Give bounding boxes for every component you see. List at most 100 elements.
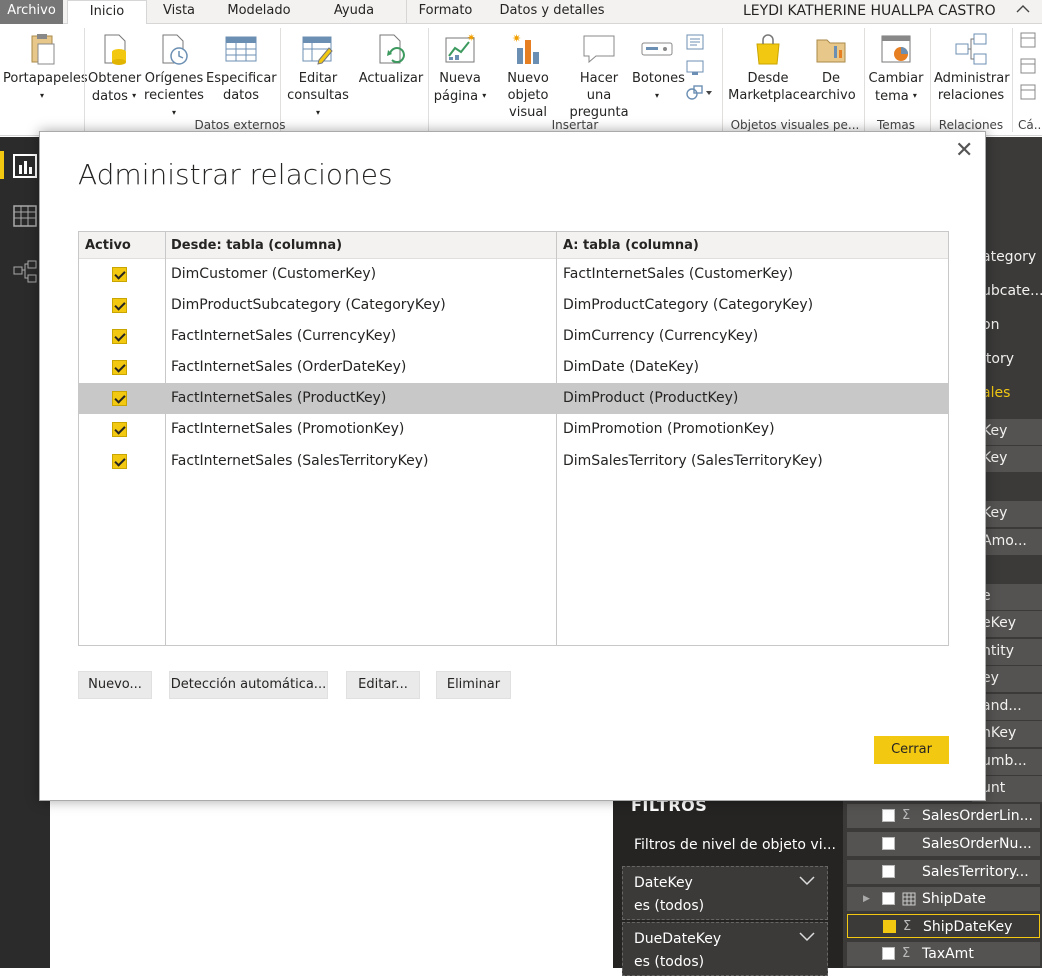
buttons-button[interactable]: Botones ▾ [632, 32, 685, 105]
tab-data-details[interactable]: Datos y detalles [492, 0, 612, 24]
filter-card-datekey[interactable]: DateKey es (todos) [622, 866, 828, 920]
active-checkbox[interactable] [112, 298, 127, 313]
database-icon [97, 32, 131, 66]
active-checkbox[interactable] [112, 454, 127, 469]
theme-icon [879, 32, 913, 66]
svg-text:✷: ✷ [512, 32, 521, 45]
new-page-label-1: Nueva [439, 71, 481, 86]
ask-question-button[interactable]: Hacer una pregunta [566, 32, 632, 121]
from-cell: FactInternetSales (CurrencyKey) [171, 328, 397, 344]
field-item[interactable]: Σ SalesOrderLin... [847, 804, 1040, 828]
column-header-active[interactable]: Activo [85, 232, 131, 259]
chevron-down-icon[interactable] [799, 927, 815, 946]
tab-help[interactable]: Ayuda [316, 0, 392, 24]
table-row[interactable]: FactInternetSales (SalesTerritoryKey) Dim… [79, 446, 948, 477]
marketplace-button[interactable]: Desde Marketplace [728, 32, 808, 104]
field-item[interactable]: Σ TaxAmt [847, 942, 1040, 966]
new-button[interactable]: Nuevo... [78, 671, 152, 699]
new-measure-icon[interactable] [1020, 32, 1038, 48]
tab-modeling[interactable]: Modelado [212, 0, 306, 24]
manage-relationships-button[interactable]: Administrar relaciones [934, 32, 1010, 104]
recent-sources-button[interactable]: Orígenes recientes ▾ [142, 32, 206, 122]
text-box-icon[interactable] [686, 34, 704, 50]
svg-text:✷: ✷ [467, 33, 475, 44]
table-row[interactable]: DimCustomer (CustomerKey) FactInternetSal… [79, 259, 948, 290]
field-checkbox[interactable] [882, 809, 895, 822]
collapse-ribbon-icon[interactable] [1016, 2, 1030, 18]
expand-arrow-icon[interactable]: ▶ [863, 887, 870, 911]
new-column-icon[interactable] [1020, 58, 1038, 74]
to-cell: DimPromotion (PromotionKey) [563, 421, 775, 437]
user-name: LEYDI KATHERINE HUALLPA CASTRO [743, 3, 996, 19]
active-checkbox[interactable] [112, 329, 127, 344]
group-label-themes: Temas [877, 118, 915, 132]
switch-theme-button[interactable]: Cambiar tema ▾ [866, 32, 926, 105]
tab-home[interactable]: Inicio [67, 0, 147, 25]
get-data-button[interactable]: Obtener datos ▾ [88, 32, 141, 105]
sigma-icon: Σ [902, 946, 911, 961]
field-item[interactable]: SalesOrderNu... [847, 832, 1040, 856]
from-file-label-1: De [821, 71, 840, 86]
dialog-title: Administrar relaciones [78, 158, 393, 191]
tab-format[interactable]: Formato [406, 0, 484, 24]
recent-label-1: Orígenes [144, 71, 204, 86]
from-cell: FactInternetSales (PromotionKey) [171, 421, 405, 437]
column-header-to[interactable]: A: tabla (columna) [563, 232, 699, 259]
from-cell: FactInternetSales (SalesTerritoryKey) [171, 453, 429, 469]
enter-data-button[interactable]: Especificar datos [206, 32, 277, 104]
active-checkbox[interactable] [112, 391, 127, 406]
table-icon [224, 32, 258, 66]
model-view-icon[interactable] [12, 259, 38, 285]
close-button[interactable]: Cerrar [874, 736, 949, 764]
to-cell: FactInternetSales (CustomerKey) [563, 266, 794, 282]
new-visual-icon: ✷ [511, 32, 545, 66]
calendar-table-icon [902, 887, 916, 915]
active-checkbox[interactable] [112, 360, 127, 375]
autodetect-button[interactable]: Detección automática... [169, 671, 328, 699]
column-header-from[interactable]: Desde: tabla (columna) [171, 232, 342, 259]
new-page-button[interactable]: ✷ Nueva página ▾ [432, 32, 488, 105]
table-row[interactable]: FactInternetSales (CurrencyKey) DimCurren… [79, 321, 948, 352]
edit-button[interactable]: Editar... [346, 671, 420, 699]
folder-icon [814, 32, 848, 66]
from-file-button[interactable]: De archivo [808, 32, 856, 104]
field-item[interactable]: ▶ ShipDate [847, 887, 1040, 911]
column-divider [165, 232, 166, 645]
shapes-icon[interactable] [686, 84, 716, 100]
field-checkbox[interactable] [882, 837, 895, 850]
field-checkbox[interactable] [882, 947, 895, 960]
table-row[interactable]: FactInternetSales (ProductKey) DimProduct… [79, 383, 948, 414]
report-view-icon[interactable] [12, 153, 38, 179]
field-checkbox[interactable] [882, 892, 895, 905]
field-item[interactable]: SalesTerritory... [847, 860, 1040, 884]
to-cell: DimProductCategory (CategoryKey) [563, 297, 814, 313]
table-row[interactable]: FactInternetSales (PromotionKey) DimPromo… [79, 414, 948, 445]
group-label-insert: Insertar [551, 118, 599, 132]
field-checkbox[interactable] [883, 920, 896, 933]
from-cell: DimProductSubcategory (CategoryKey) [171, 297, 446, 313]
table-row[interactable]: DimProductSubcategory (CategoryKey) DimPr… [79, 290, 948, 321]
relationships-icon [954, 32, 988, 66]
ribbon: Portapapeles ▾ Obtener datos ▾ Orígenes rec… [0, 24, 1042, 136]
table-row[interactable]: FactInternetSales (OrderDateKey) DimDate … [79, 352, 948, 383]
from-cell: FactInternetSales (ProductKey) [171, 390, 387, 406]
edit-queries-button[interactable]: Editar consultas ▾ [284, 32, 352, 122]
specify-label-2: datos [222, 88, 260, 103]
tab-file[interactable]: Archivo [0, 0, 63, 24]
field-checkbox[interactable] [882, 865, 895, 878]
field-item[interactable]: Σ ShipDateKey [847, 914, 1040, 938]
refresh-button[interactable]: Actualizar [358, 32, 424, 87]
clipboard-button[interactable]: Portapapeles ▾ [3, 32, 88, 105]
active-checkbox[interactable] [112, 422, 127, 437]
data-view-icon[interactable] [12, 203, 38, 229]
new-visual-button[interactable]: ✷ Nuevo objeto visual [490, 32, 566, 121]
quick-measure-icon[interactable] [1020, 84, 1038, 100]
image-icon[interactable] [686, 60, 704, 76]
ribbon-tab-bar: Archivo Inicio Vista Modelado Ayuda Form… [0, 0, 1042, 25]
shopping-bag-icon [751, 32, 785, 66]
chevron-down-icon[interactable] [799, 871, 815, 890]
active-checkbox[interactable] [112, 267, 127, 282]
delete-button[interactable]: Eliminar [436, 671, 511, 699]
tab-view[interactable]: Vista [150, 0, 208, 24]
close-icon[interactable]: ✕ [955, 138, 973, 163]
